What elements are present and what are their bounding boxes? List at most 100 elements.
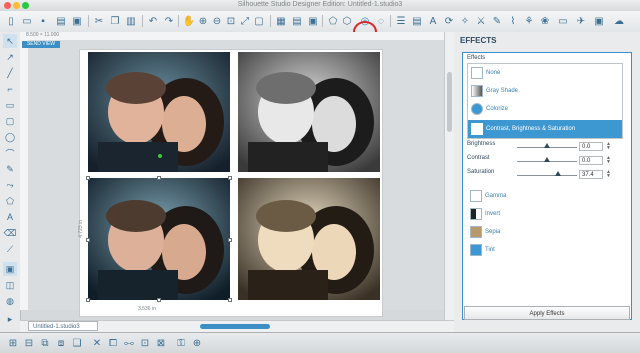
trace-icon[interactable]: ⚘ bbox=[522, 14, 536, 28]
weld-icon[interactable]: ⊕ bbox=[190, 336, 204, 350]
cut-icon[interactable]: ✂ bbox=[92, 14, 106, 28]
brightness-stepper[interactable]: ▲ ▼ bbox=[605, 142, 612, 151]
apply-effects-button[interactable]: Apply Effects bbox=[464, 306, 630, 320]
curve-tool-icon[interactable]: ⌒ bbox=[3, 146, 17, 160]
eraser-tool-icon[interactable]: ⌫ bbox=[3, 226, 17, 240]
scroll-thumb[interactable] bbox=[447, 72, 452, 132]
copy-icon[interactable]: ❐ bbox=[108, 14, 122, 28]
compound-icon[interactable]: ⧉ bbox=[38, 336, 52, 350]
align-icon[interactable]: ☰ bbox=[394, 14, 408, 28]
ungroup-icon[interactable]: ⊟ bbox=[22, 336, 36, 350]
pan-icon[interactable]: ✋ bbox=[182, 14, 196, 28]
saturation-slider[interactable] bbox=[517, 175, 577, 176]
bring-front-icon[interactable]: ⧠ bbox=[106, 336, 120, 350]
selection-handle[interactable] bbox=[228, 298, 232, 302]
selection-handle[interactable] bbox=[157, 176, 161, 180]
selection-handle[interactable] bbox=[228, 176, 232, 180]
modify-icon[interactable]: ⟳ bbox=[442, 14, 456, 28]
media-icon[interactable]: ▣ bbox=[592, 14, 606, 28]
grid-icon[interactable]: ▦ bbox=[274, 14, 288, 28]
selection-handle[interactable] bbox=[86, 298, 90, 302]
zoom-in-icon[interactable]: ⊕ bbox=[196, 14, 210, 28]
knife-tool-icon[interactable]: ⟋ bbox=[3, 242, 17, 256]
scroll-thumb[interactable] bbox=[200, 324, 270, 329]
line-icon[interactable]: ⬡ bbox=[340, 14, 354, 28]
polygon-shape-tool-icon[interactable]: ⬠ bbox=[3, 194, 17, 208]
page-icon[interactable]: ▢ bbox=[252, 14, 266, 28]
save-icon[interactable]: ▪ bbox=[36, 14, 50, 28]
cut-print-icon[interactable]: ▣ bbox=[70, 14, 84, 28]
eraser-icon[interactable]: ✎ bbox=[490, 14, 504, 28]
effect-tint[interactable]: Tint bbox=[467, 241, 621, 259]
design-canvas[interactable]: 4.723 in 3.536 in bbox=[28, 40, 444, 316]
bring-forward-icon[interactable]: ⊡ bbox=[138, 336, 152, 350]
effect-none[interactable]: None bbox=[468, 64, 622, 82]
effect-gamma[interactable]: Gamma bbox=[467, 187, 621, 205]
select-tool-icon[interactable]: ↖ bbox=[3, 34, 17, 48]
saturation-value[interactable]: 37.4 bbox=[579, 170, 603, 179]
smooth-freehand-tool-icon[interactable]: ⤳ bbox=[3, 178, 17, 192]
effect-colorize[interactable]: Colorize bbox=[468, 100, 622, 118]
text-icon[interactable]: A bbox=[426, 14, 440, 28]
cut-settings-icon[interactable]: ▤ bbox=[290, 14, 304, 28]
send-view-tab[interactable]: SEND VIEW bbox=[22, 41, 60, 48]
paste-icon[interactable]: ▥ bbox=[124, 14, 138, 28]
line-panel-icon[interactable]: ◫ bbox=[3, 278, 17, 292]
send-back-icon[interactable]: ⧟ bbox=[122, 336, 136, 350]
point-edit-icon[interactable]: ⌇ bbox=[506, 14, 520, 28]
print-icon[interactable]: ▤ bbox=[54, 14, 68, 28]
open-icon[interactable]: ▭ bbox=[20, 14, 34, 28]
selection-handle[interactable] bbox=[86, 238, 90, 242]
scroll-left-icon[interactable]: ▸ bbox=[3, 312, 17, 326]
rectangle-tool-icon[interactable]: ▭ bbox=[3, 98, 17, 112]
replicate-icon[interactable]: ▤ bbox=[410, 14, 424, 28]
point-edit-tool-icon[interactable]: ↗ bbox=[3, 50, 17, 64]
offset-icon[interactable]: ◌ bbox=[374, 14, 388, 28]
brightness-knob[interactable] bbox=[544, 143, 550, 148]
photo-top-right[interactable] bbox=[238, 52, 380, 172]
text-tool-icon[interactable]: A bbox=[3, 210, 17, 224]
new-icon[interactable]: ▯ bbox=[4, 14, 18, 28]
saturation-stepper[interactable]: ▲ ▼ bbox=[605, 170, 612, 179]
zoom-out-icon[interactable]: ⊖ bbox=[210, 14, 224, 28]
zoom-select-icon[interactable]: ⊡ bbox=[224, 14, 238, 28]
send-icon[interactable]: ▣ bbox=[306, 14, 320, 28]
effect-contrast-brightness-saturation[interactable]: Contrast, Brightness & Saturation bbox=[468, 120, 622, 138]
store-cloud-icon[interactable]: ☁ bbox=[612, 14, 626, 28]
saturation-knob[interactable] bbox=[555, 171, 561, 176]
store-icon[interactable]: ✈ bbox=[574, 14, 588, 28]
document-tab[interactable]: Untitled-1.studio3 bbox=[28, 321, 98, 331]
effect-gray-shade[interactable]: Gray Shade bbox=[468, 82, 622, 100]
zoom-fit-icon[interactable]: ⤢ bbox=[238, 14, 252, 28]
contrast-knob[interactable] bbox=[544, 157, 550, 162]
contrast-value[interactable]: 0.0 bbox=[579, 156, 603, 165]
fill-panel-icon[interactable]: ▣ bbox=[3, 262, 17, 276]
effect-sepia[interactable]: Sepia bbox=[467, 223, 621, 241]
sketch-icon[interactable]: ❀ bbox=[538, 14, 552, 28]
library-icon[interactable]: ▭ bbox=[556, 14, 570, 28]
photo-top-left[interactable] bbox=[88, 52, 230, 172]
fill-icon[interactable]: ⬠ bbox=[326, 14, 340, 28]
contrast-stepper[interactable]: ▲ ▼ bbox=[605, 156, 612, 165]
photo-bottom-left[interactable] bbox=[88, 178, 230, 300]
rounded-rect-tool-icon[interactable]: ▢ bbox=[3, 114, 17, 128]
selection-handle[interactable] bbox=[157, 298, 161, 302]
selection-handle[interactable] bbox=[86, 176, 90, 180]
send-backward-icon[interactable]: ⊠ bbox=[154, 336, 168, 350]
group-icon[interactable]: ⊞ bbox=[6, 336, 20, 350]
freehand-tool-icon[interactable]: ✎ bbox=[3, 162, 17, 176]
brightness-value[interactable]: 0.0 bbox=[579, 142, 603, 151]
polygon-tool-icon[interactable]: ⌐ bbox=[3, 82, 17, 96]
redo-icon[interactable]: ↷ bbox=[162, 14, 176, 28]
release-compound-icon[interactable]: ⧈ bbox=[54, 336, 68, 350]
photo-bottom-right[interactable] bbox=[238, 178, 380, 300]
duplicate-icon[interactable]: ❏ bbox=[70, 336, 84, 350]
transform-icon[interactable]: ✧ bbox=[458, 14, 472, 28]
lock-icon[interactable]: ⚿ bbox=[174, 336, 188, 350]
selection-handle[interactable] bbox=[228, 238, 232, 242]
delete-icon[interactable]: ✕ bbox=[90, 336, 104, 350]
knife-icon[interactable]: ⚔ bbox=[474, 14, 488, 28]
ellipse-tool-icon[interactable]: ◯ bbox=[3, 130, 17, 144]
globe-icon[interactable]: ◍ bbox=[3, 294, 17, 308]
undo-icon[interactable]: ↶ bbox=[146, 14, 160, 28]
